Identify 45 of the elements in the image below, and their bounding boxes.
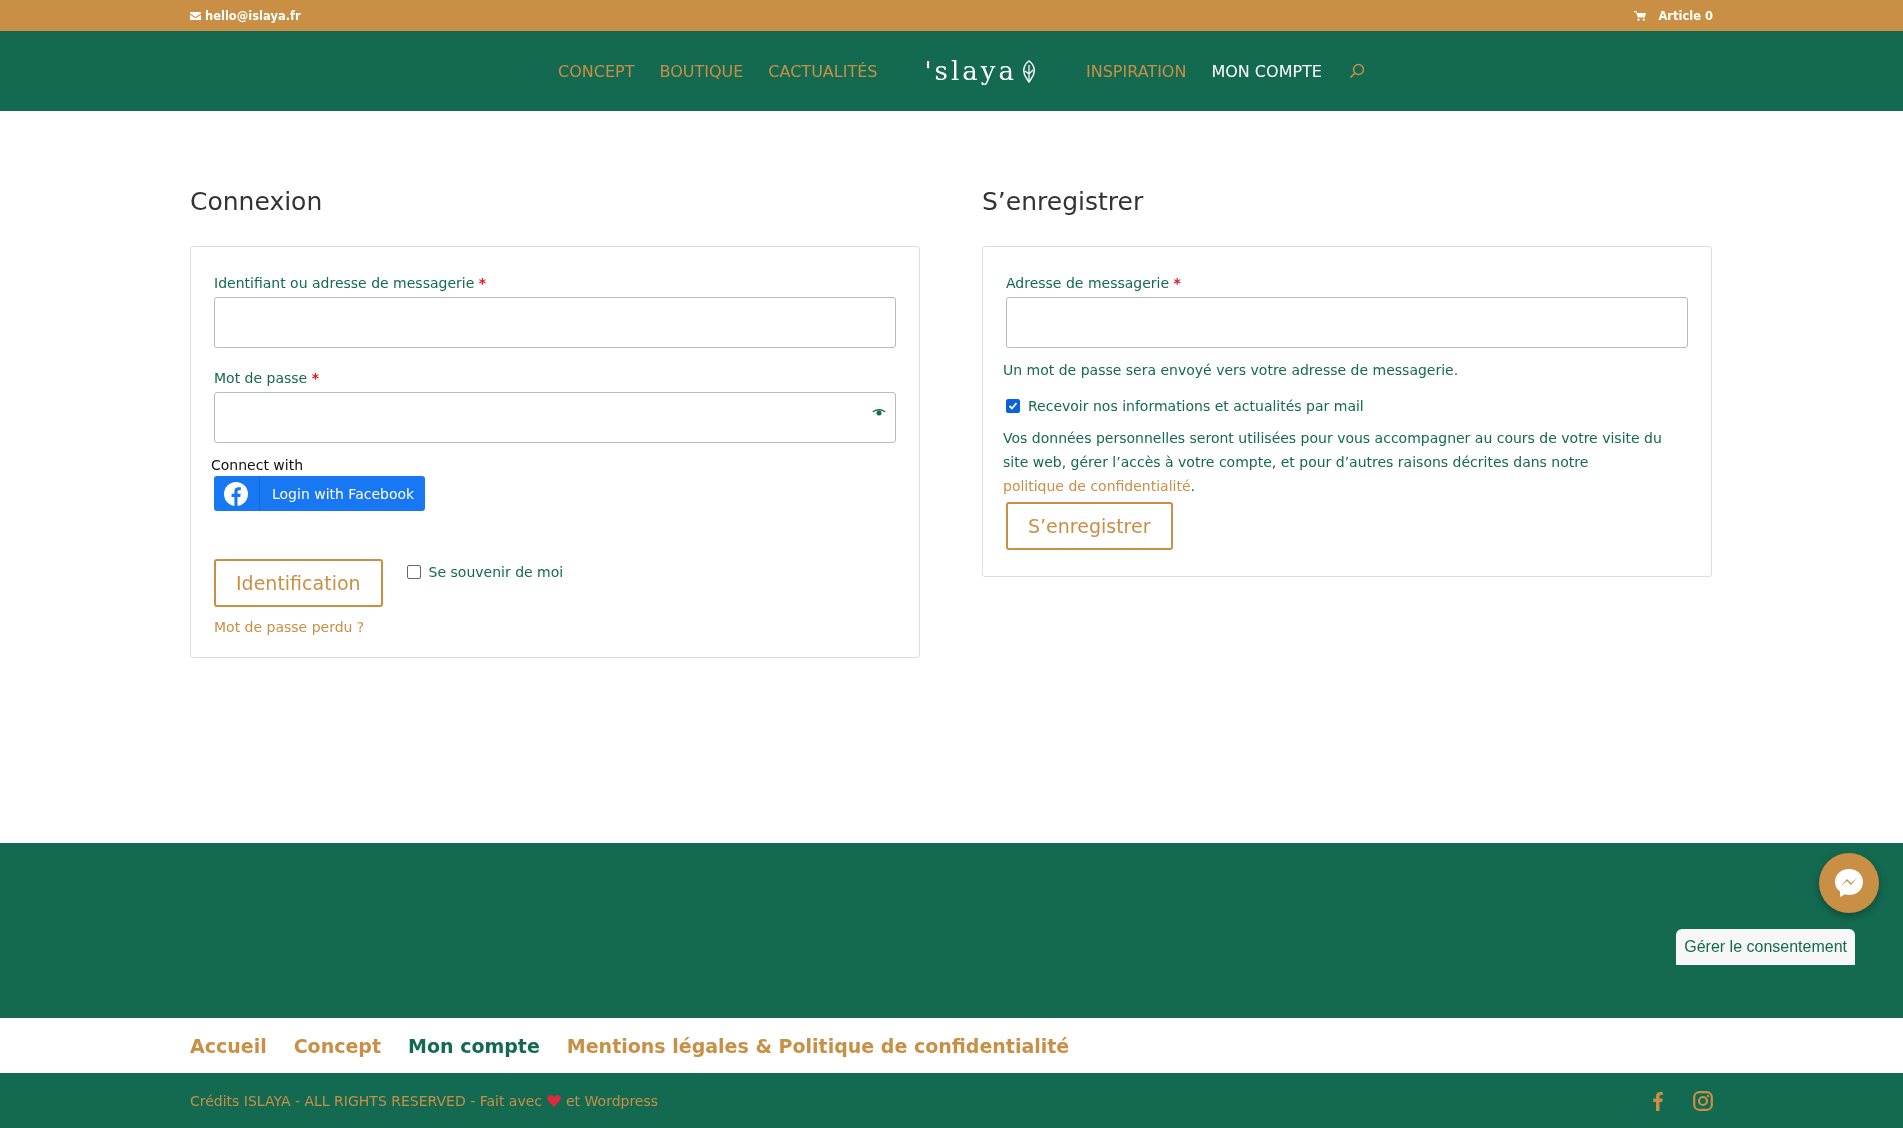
lost-password-link[interactable]: Mot de passe perdu ? [214,619,365,635]
email-field[interactable] [1006,297,1688,348]
connect-label: Connect with [211,457,304,473]
checkbox-label: Recevoir nos informations et actualités par mail [1028,398,1364,414]
instagram-icon[interactable] [1693,1090,1713,1111]
site-logo[interactable]: 'slaya [924,56,1039,86]
envelope-icon [190,11,201,20]
field-label: Mot de passe * [214,370,319,386]
footer-link[interactable]: Concept [293,1034,382,1057]
privacy-text: Vos données personnelles seront utilisées pour vous accompagner au cours de votre visite du site web, gérer l’accès à votre compte, et pour d’autres raisons décrites dans notre politique de confidentialité. [1003,429,1663,496]
footer-link[interactable]: Accueil [190,1034,267,1057]
chat-icon [1832,866,1866,900]
privacy-link[interactable]: politique de confidentialité [1003,478,1191,494]
login-button[interactable]: Identification [214,559,383,607]
nav-link[interactable]: CONCEPT [558,61,635,81]
field-label: Identifiant ou adresse de messagerie * [214,275,487,291]
heart-icon [547,1094,561,1107]
footer-link[interactable]: Mon compte [408,1034,540,1057]
checkbox[interactable] [406,565,421,579]
nav-link[interactable]: BOUTIQUE [659,61,744,81]
checkbox[interactable] [1006,399,1020,413]
eye-icon[interactable] [872,409,886,416]
register-heading: S’enregistrer [982,187,1145,216]
nav-link[interactable]: CACTUALITÉS [768,61,878,81]
login-heading: Connexion [190,187,324,216]
email-link[interactable]: hello@islaya.fr [205,8,301,23]
footer-link[interactable]: Mentions légales & Politique de confidentialité [566,1034,1070,1057]
field-label: Adresse de messagerie * [1006,275,1181,291]
cart-icon[interactable] [1634,10,1647,21]
cart-link[interactable]: Article 0 [1658,8,1713,23]
messenger-button[interactable] [1819,853,1879,913]
credits-text: Crédits ISLAYA - ALL RIGHTS RESERVED - Fait avec [190,1092,542,1109]
credits-text: et Wordpress [566,1092,659,1109]
password-field[interactable] [214,392,896,443]
nav-link[interactable]: MON COMPTE [1211,61,1322,81]
register-button[interactable]: S’enregistrer [1006,502,1173,550]
checkbox-label: Se souvenir de moi [428,564,564,580]
facebook-icon [224,481,248,506]
facebook-login-button[interactable]: Login with Facebook [214,476,426,511]
nav-link[interactable]: INSPIRATION [1085,61,1187,81]
search-icon[interactable] [1348,63,1365,79]
consent-button[interactable]: Gérer le consentement [1676,929,1855,965]
facebook-icon[interactable] [1653,1090,1663,1111]
password-note: Un mot de passe sera envoyé vers votre adresse de messagerie. [1003,362,1459,378]
username-field[interactable] [214,297,896,348]
